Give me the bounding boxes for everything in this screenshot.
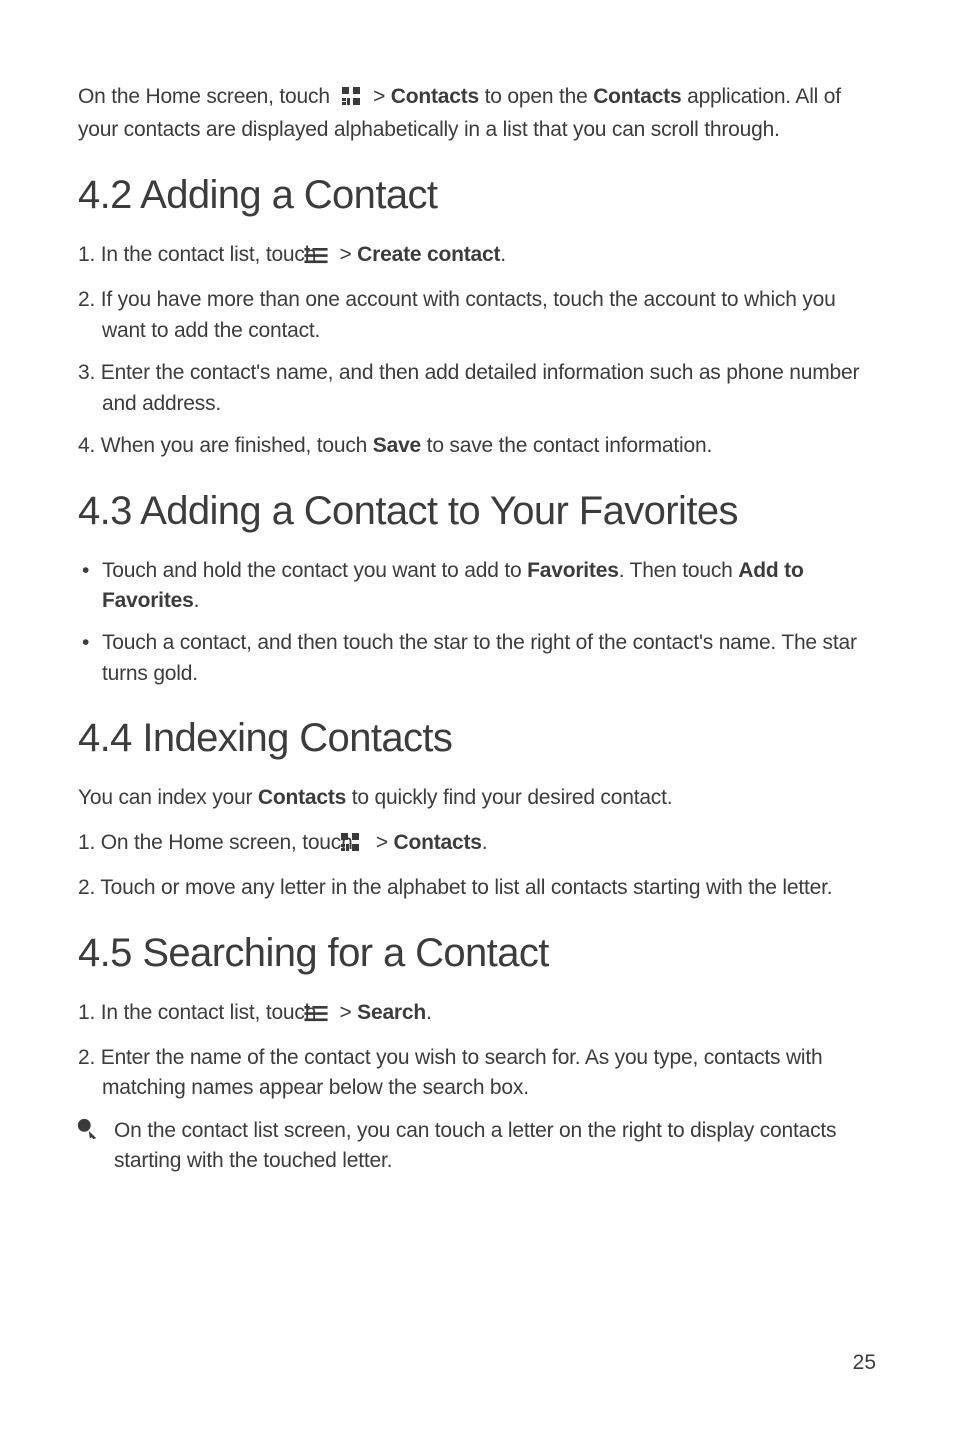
text: . <box>194 589 200 612</box>
heading-4-3: 4.3 Adding a Contact to Your Favorites <box>78 488 876 534</box>
heading-4-4: 4.4 Indexing Contacts <box>78 715 876 761</box>
text: to save the contact information. <box>421 434 712 457</box>
bullet-item: Touch a contact, and then touch the star… <box>78 628 876 689</box>
text: to quickly find your desired contact. <box>346 786 672 809</box>
step-item: In the contact list, touch > Search. <box>78 998 876 1031</box>
text: . <box>500 243 506 266</box>
apps-icon <box>341 85 361 115</box>
text: Touch and hold the contact you want to a… <box>102 559 527 582</box>
tip-note: On the contact list screen, you can touc… <box>76 1116 876 1177</box>
bullet-item: Touch and hold the contact you want to a… <box>78 556 876 617</box>
text-bold: Contacts <box>258 786 346 809</box>
step-item: Touch or move any letter in the alphabet… <box>78 873 876 903</box>
text: . <box>426 1001 432 1024</box>
text: In the contact list, touch <box>101 1001 322 1024</box>
text-bold: Search <box>357 1001 426 1024</box>
tip-icon <box>76 1118 98 1145</box>
text-bold: Create contact <box>357 243 500 266</box>
text: When you are finished, touch <box>101 434 373 457</box>
text-bold: Contacts <box>391 85 479 108</box>
text-bold: Contacts <box>593 85 681 108</box>
text: to open the <box>485 85 594 108</box>
tip-text: On the contact list screen, you can touc… <box>114 1116 876 1177</box>
steps-4-5: In the contact list, touch > Search. Ent… <box>78 998 876 1104</box>
text: . Then touch <box>619 559 739 582</box>
steps-4-2: In the contact list, touch > Create cont… <box>78 240 876 462</box>
step-item: On the Home screen, touch > Contacts. <box>78 828 876 861</box>
step-item: Enter the name of the contact you wish t… <box>78 1043 876 1104</box>
text: . <box>482 831 488 854</box>
text: > <box>376 831 394 854</box>
step-item: In the contact list, touch > Create cont… <box>78 240 876 273</box>
text: > <box>339 1001 357 1024</box>
step-item: If you have more than one account with c… <box>78 285 876 346</box>
heading-4-2: 4.2 Adding a Contact <box>78 172 876 218</box>
text: On the Home screen, touch <box>101 831 358 854</box>
step-item: Enter the contact's name, and then add d… <box>78 358 876 419</box>
heading-4-5: 4.5 Searching for a Contact <box>78 930 876 976</box>
text: > <box>339 243 357 266</box>
text: In the contact list, touch <box>101 243 322 266</box>
step-item: When you are finished, touch Save to sav… <box>78 431 876 461</box>
text: On the Home screen, touch <box>78 85 335 108</box>
text-bold: Save <box>373 434 421 457</box>
text: You can index your <box>78 786 258 809</box>
steps-4-4: On the Home screen, touch > Contacts. To… <box>78 828 876 904</box>
text-bold: Favorites <box>527 559 619 582</box>
paragraph: You can index your Contacts to quickly f… <box>78 783 876 813</box>
bullets-4-3: Touch and hold the contact you want to a… <box>78 556 876 690</box>
page-number: 25 <box>853 1351 876 1375</box>
intro-paragraph: On the Home screen, touch > Contacts to … <box>78 82 876 146</box>
text: > <box>373 85 391 108</box>
text-bold: Contacts <box>394 831 482 854</box>
